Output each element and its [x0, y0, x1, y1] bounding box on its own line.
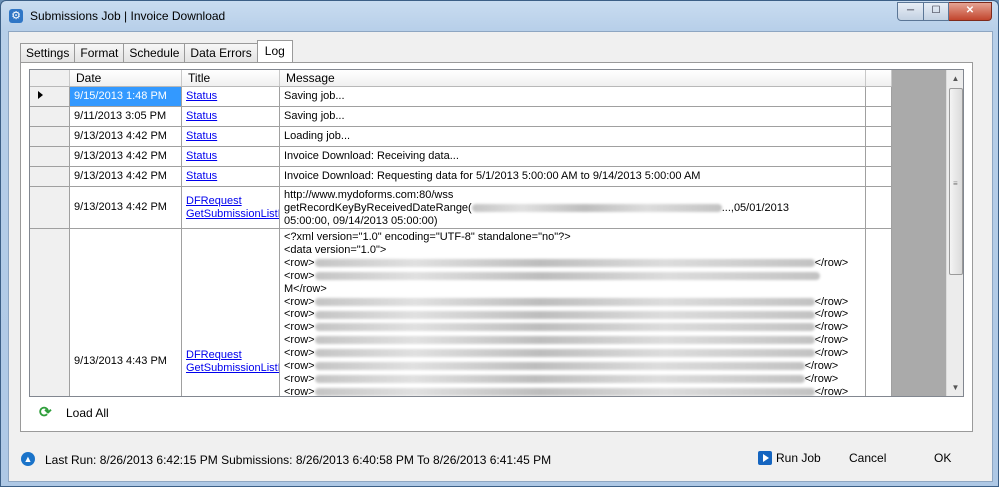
table-row[interactable]: 9/13/2013 4:42 PM Status Loading job...	[30, 127, 892, 147]
row-selector[interactable]	[30, 107, 70, 126]
table-row[interactable]: 9/13/2013 4:42 PM Status Invoice Downloa…	[30, 147, 892, 167]
vertical-scrollbar[interactable]: ▲ ≡ ▼	[946, 70, 963, 396]
message-cell[interactable]: http://www.mydoforms.com:80/wss getRecor…	[280, 187, 866, 228]
load-all-label: Load All	[66, 406, 109, 420]
redacted-text	[471, 204, 722, 213]
date-cell[interactable]: 9/13/2013 4:42 PM	[70, 167, 182, 186]
date-cell[interactable]: 9/13/2013 4:42 PM	[70, 127, 182, 146]
row-selector[interactable]	[30, 127, 70, 146]
play-icon	[758, 451, 772, 465]
window-title: Submissions Job | Invoice Download	[30, 9, 226, 23]
message-cell[interactable]: Saving job...	[280, 107, 866, 126]
date-cell[interactable]: 9/13/2013 4:43 PM	[70, 229, 182, 396]
table-row[interactable]: 9/11/2013 3:05 PM Status Saving job...	[30, 107, 892, 127]
tab-log[interactable]: Log	[256, 40, 293, 62]
run-job-button[interactable]: Run Job	[758, 447, 821, 469]
tab-data-errors[interactable]: Data Errors	[184, 43, 258, 62]
title-bar: ⚙ Submissions Job | Invoice Download ─ ☐…	[1, 1, 998, 31]
table-row[interactable]: 9/13/2013 4:42 PM DFRequest GetSubmission…	[30, 187, 892, 229]
title-link[interactable]: DFRequest GetSubmissionListR	[186, 349, 279, 374]
ok-button[interactable]: OK	[934, 447, 951, 469]
date-cell[interactable]: 9/13/2013 4:42 PM	[70, 147, 182, 166]
cloud-upload-icon: ▲	[21, 452, 35, 466]
column-header-title[interactable]: Title	[182, 70, 280, 86]
grip-icon: ≡	[953, 179, 958, 188]
grid-header: Date Title Message	[30, 70, 892, 87]
table-row[interactable]: 9/13/2013 4:42 PM Status Invoice Downloa…	[30, 167, 892, 187]
minimize-button[interactable]: ─	[897, 2, 924, 21]
row-selector[interactable]	[30, 229, 70, 396]
window-controls: ─ ☐ ✕	[897, 2, 992, 21]
column-header-filler	[866, 70, 892, 86]
tab-settings[interactable]: Settings	[20, 43, 76, 62]
log-panel: Date Title Message 9/15/2013 1:48 PM Sta…	[20, 62, 973, 432]
column-header-date[interactable]: Date	[70, 70, 182, 86]
title-link[interactable]: Status	[186, 90, 217, 103]
load-all-button[interactable]: ⟳ Load All	[39, 403, 109, 423]
title-link[interactable]: DFRequest GetSubmissionListR	[186, 195, 279, 221]
title-link[interactable]: Status	[186, 130, 217, 143]
message-cell[interactable]: Invoice Download: Receiving data...	[280, 147, 866, 166]
scroll-up-icon[interactable]: ▲	[949, 72, 962, 85]
tab-strip: Settings Format Schedule Data Errors Log	[20, 40, 293, 62]
message-cell[interactable]: Loading job...	[280, 127, 866, 146]
date-cell[interactable]: 9/11/2013 3:05 PM	[70, 107, 182, 126]
message-cell[interactable]: <?xml version="1.0" encoding="UTF-8" sta…	[280, 229, 866, 396]
title-link[interactable]: Status	[186, 110, 217, 123]
title-link[interactable]: Status	[186, 150, 217, 163]
date-cell[interactable]: 9/13/2013 4:42 PM	[70, 187, 182, 228]
table-row[interactable]: 9/15/2013 1:48 PM Status Saving job...	[30, 87, 892, 107]
message-cell[interactable]: Saving job...	[280, 87, 866, 106]
close-button[interactable]: ✕	[949, 2, 992, 21]
cancel-button[interactable]: Cancel	[849, 447, 886, 469]
last-run-status: Last Run: 8/26/2013 6:42:15 PM Submissio…	[45, 453, 552, 467]
column-header-message[interactable]: Message	[280, 70, 866, 86]
message-cell[interactable]: Invoice Download: Requesting data for 5/…	[280, 167, 866, 186]
tab-format[interactable]: Format	[74, 43, 125, 62]
date-cell[interactable]: 9/15/2013 1:48 PM	[70, 87, 182, 106]
row-selector[interactable]	[30, 187, 70, 228]
row-header-corner	[30, 70, 70, 86]
row-selector[interactable]	[30, 167, 70, 186]
row-selector[interactable]	[30, 87, 70, 106]
log-grid: Date Title Message 9/15/2013 1:48 PM Sta…	[29, 69, 964, 397]
gear-icon: ⚙	[9, 9, 23, 23]
scroll-thumb[interactable]: ≡	[949, 88, 963, 275]
tab-schedule[interactable]: Schedule	[123, 43, 186, 62]
maximize-button[interactable]: ☐	[924, 2, 949, 21]
window: ⚙ Submissions Job | Invoice Download ─ ☐…	[0, 0, 999, 487]
row-selector[interactable]	[30, 147, 70, 166]
refresh-icon: ⟳	[39, 404, 52, 421]
title-link[interactable]: Status	[186, 170, 217, 183]
dialog-body: Settings Format Schedule Data Errors Log…	[8, 31, 993, 482]
table-row[interactable]: 9/13/2013 4:43 PM DFRequest GetSubmission…	[30, 229, 892, 396]
current-row-arrow-icon	[38, 91, 43, 99]
scroll-down-icon[interactable]: ▼	[949, 381, 962, 394]
